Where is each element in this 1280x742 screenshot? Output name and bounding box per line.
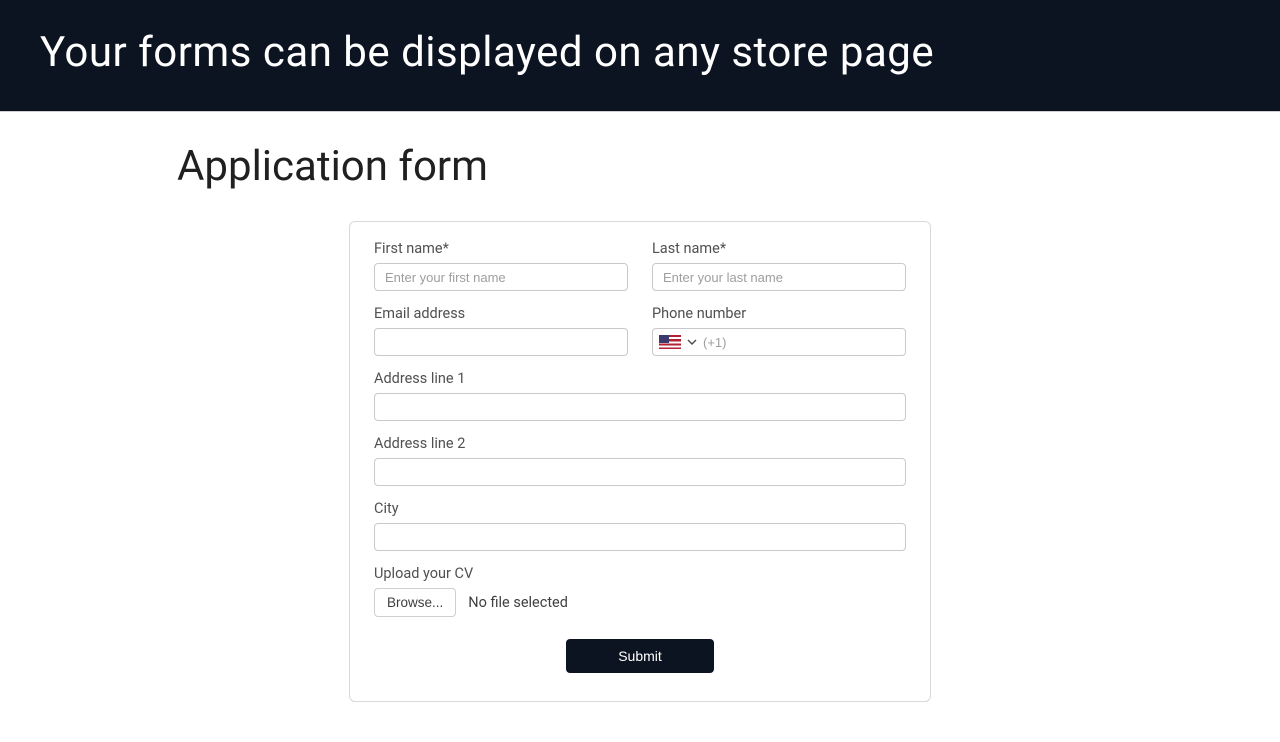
- last-name-label: Last name*: [652, 240, 906, 257]
- page-content: Application form First name* Last name* …: [175, 112, 1105, 742]
- address1-group: Address line 1: [374, 370, 906, 421]
- top-banner: Your forms can be displayed on any store…: [0, 0, 1280, 112]
- browse-button[interactable]: Browse...: [374, 588, 456, 617]
- phone-group: Phone number: [652, 305, 906, 356]
- address1-label: Address line 1: [374, 370, 906, 387]
- address1-input[interactable]: [374, 393, 906, 421]
- page-title: Application form: [177, 142, 1105, 191]
- first-name-label: First name*: [374, 240, 628, 257]
- email-group: Email address: [374, 305, 628, 356]
- upload-group: Upload your CV Browse... No file selecte…: [374, 565, 906, 617]
- submit-button[interactable]: Submit: [566, 639, 714, 673]
- city-input[interactable]: [374, 523, 906, 551]
- address2-label: Address line 2: [374, 435, 906, 452]
- phone-input[interactable]: [703, 329, 897, 355]
- upload-label: Upload your CV: [374, 565, 906, 582]
- chevron-down-icon: [687, 337, 697, 347]
- last-name-group: Last name*: [652, 240, 906, 291]
- city-group: City: [374, 500, 906, 551]
- phone-field[interactable]: [652, 328, 906, 356]
- first-name-input[interactable]: [374, 263, 628, 291]
- address2-group: Address line 2: [374, 435, 906, 486]
- us-flag-icon: [659, 335, 681, 349]
- email-label: Email address: [374, 305, 628, 322]
- first-name-group: First name*: [374, 240, 628, 291]
- file-status: No file selected: [468, 594, 568, 611]
- city-label: City: [374, 500, 906, 517]
- last-name-input[interactable]: [652, 263, 906, 291]
- email-input[interactable]: [374, 328, 628, 356]
- banner-headline: Your forms can be displayed on any store…: [40, 28, 1240, 77]
- phone-label: Phone number: [652, 305, 906, 322]
- application-form: First name* Last name* Email address Pho…: [349, 221, 931, 702]
- address2-input[interactable]: [374, 458, 906, 486]
